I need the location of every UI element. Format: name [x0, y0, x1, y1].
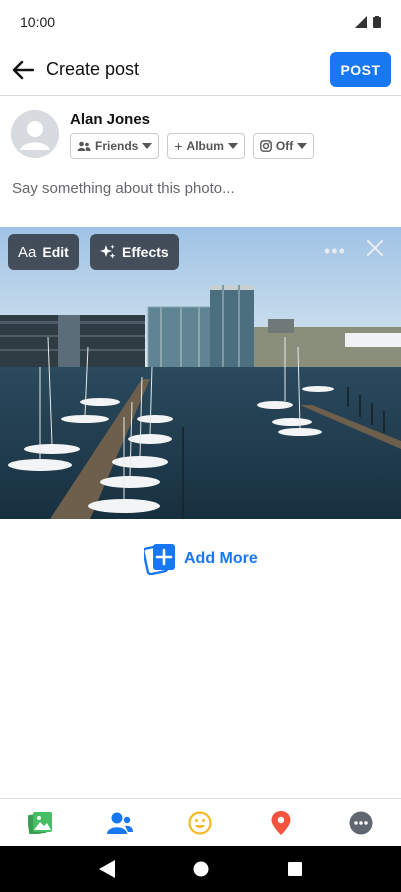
page-title: Create post: [46, 59, 140, 79]
avatar[interactable]: [11, 110, 59, 158]
harbor-photo: [0, 227, 401, 519]
text-aa-icon: Aa: [18, 243, 37, 261]
audience-chips: Friends + Album Off: [70, 133, 315, 159]
friends-icon: [77, 141, 91, 151]
location-icon: [271, 810, 291, 835]
default-avatar-icon: [11, 110, 59, 158]
effects-button[interactable]: Effects: [90, 234, 179, 270]
back-arrow-icon: [12, 60, 34, 79]
chevron-down-icon: [227, 143, 238, 149]
audience-label: Friends: [95, 139, 139, 153]
instagram-share-label: Off: [275, 139, 294, 153]
chevron-down-icon: [297, 143, 308, 149]
post-button[interactable]: POST: [330, 52, 391, 87]
more-tools-button[interactable]: [341, 803, 381, 843]
feeling-icon: [188, 810, 213, 835]
more-options-icon[interactable]: •••: [324, 241, 346, 262]
effects-label: Effects: [122, 244, 169, 260]
plus-icon: +: [174, 138, 183, 154]
add-photo-button[interactable]: [20, 803, 60, 843]
status-time: 10:00: [20, 14, 56, 30]
back-button[interactable]: [0, 44, 46, 96]
chevron-down-icon: [142, 143, 153, 149]
location-button[interactable]: [261, 803, 301, 843]
post-author-row: Alan Jones Friends + Album Off: [11, 108, 391, 164]
tag-people-icon: [107, 812, 134, 834]
app-bar: Create post POST: [0, 44, 401, 96]
nav-recents-icon[interactable]: [287, 862, 302, 876]
edit-label: Edit: [42, 244, 69, 260]
instagram-icon: [259, 140, 272, 152]
tag-people-button[interactable]: [100, 803, 140, 843]
feeling-button[interactable]: [180, 803, 220, 843]
more-icon: [349, 811, 373, 834]
system-navigation-bar: [0, 846, 401, 892]
nav-home-icon[interactable]: [193, 861, 209, 877]
attached-photo[interactable]: Aa Edit Effects •••: [0, 227, 401, 519]
author-name: Alan Jones: [70, 111, 151, 128]
photo-icon: [28, 811, 53, 834]
sparkle-icon: [100, 244, 116, 259]
composer-toolbar: [0, 798, 401, 846]
status-icons: [355, 16, 381, 28]
album-label: Album: [186, 139, 224, 153]
nav-back-icon[interactable]: [99, 860, 116, 878]
album-selector[interactable]: + Album: [167, 133, 245, 159]
close-icon[interactable]: [366, 239, 384, 257]
caption-input[interactable]: Say something about this photo...: [12, 180, 235, 197]
add-photo-icon: [144, 544, 175, 575]
add-more-button[interactable]: Add More: [144, 543, 258, 575]
instagram-share-selector[interactable]: Off: [252, 133, 315, 159]
audience-selector[interactable]: Friends: [70, 133, 160, 159]
edit-photo-button[interactable]: Aa Edit: [8, 234, 79, 270]
battery-icon: [373, 16, 381, 28]
add-more-label: Add More: [184, 550, 258, 567]
status-bar: 10:00: [0, 0, 401, 44]
signal-icon: [355, 16, 367, 28]
